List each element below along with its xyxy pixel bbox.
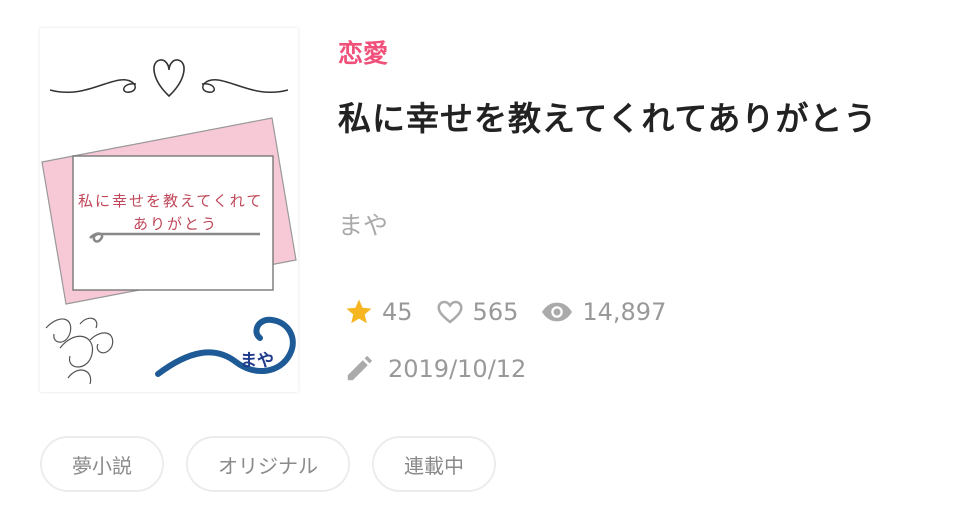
updated-row: 2019/10/12 bbox=[344, 354, 526, 384]
book-title[interactable]: 私に幸せを教えてくれてありがとう bbox=[338, 95, 938, 142]
stars-count: 45 bbox=[382, 298, 413, 326]
tag-ongoing[interactable]: 連載中 bbox=[372, 436, 496, 492]
views-count: 14,897 bbox=[582, 298, 667, 326]
tag-dream-novel[interactable]: 夢小説 bbox=[40, 436, 164, 492]
stars-stat: 45 bbox=[344, 297, 413, 327]
author-name[interactable]: まや bbox=[338, 206, 388, 242]
stats-row: 45 565 14,897 bbox=[344, 297, 688, 327]
star-icon bbox=[346, 299, 372, 324]
cover-author: まや bbox=[240, 351, 274, 371]
heart-icon bbox=[437, 300, 463, 324]
pencil-icon bbox=[347, 355, 373, 381]
genre-label[interactable]: 恋愛 bbox=[338, 34, 388, 70]
cover-title-line1: 私に幸せを教えてくれて bbox=[78, 192, 264, 210]
views-stat: 14,897 bbox=[540, 297, 666, 327]
book-cover[interactable]: 私に幸せを教えてくれて ありがとう まや bbox=[40, 28, 298, 392]
eye-icon bbox=[542, 302, 573, 322]
tag-list: 夢小説 オリジナル 連載中 bbox=[40, 436, 518, 492]
likes-count: 565 bbox=[472, 298, 519, 326]
cover-title-line2: ありがとう bbox=[133, 215, 219, 233]
updated-date: 2019/10/12 bbox=[388, 355, 527, 383]
likes-stat: 565 bbox=[435, 297, 519, 327]
tag-original[interactable]: オリジナル bbox=[186, 436, 350, 492]
